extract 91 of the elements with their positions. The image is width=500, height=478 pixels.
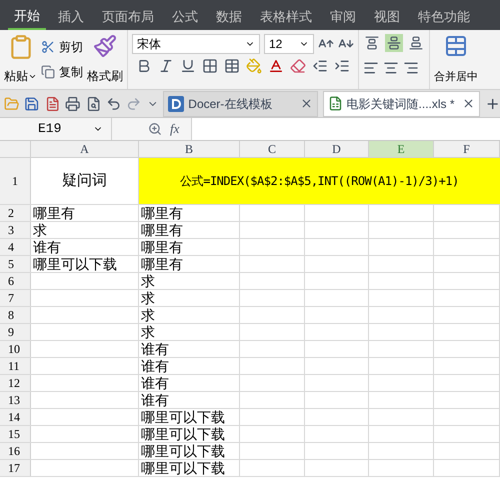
close-icon[interactable] xyxy=(462,97,475,110)
table-cell: 哪里有 xyxy=(33,206,75,220)
print-icon[interactable] xyxy=(65,96,81,112)
table-cell: 哪里可以下载 xyxy=(33,257,117,271)
formula-text: 公式=INDEX($A$2:$A$5,INT((ROW(A1)-1)/3)+1) xyxy=(139,158,500,204)
font-color-icon[interactable] xyxy=(268,58,284,74)
row-header[interactable]: 2 xyxy=(0,205,31,221)
menu-tab[interactable]: 审阅 xyxy=(324,4,362,30)
table-cell: 求 xyxy=(141,325,155,339)
table-cell: 求 xyxy=(141,308,155,322)
column-header[interactable]: B xyxy=(139,141,240,157)
indent-increase-icon[interactable] xyxy=(334,58,350,74)
row-header[interactable]: 14 xyxy=(0,409,31,425)
row-header[interactable]: 10 xyxy=(0,341,31,357)
row-header[interactable]: 7 xyxy=(0,290,31,306)
row-header[interactable]: 1 xyxy=(0,158,31,204)
font-name-field[interactable]: 宋体 xyxy=(132,34,260,54)
menu-tab[interactable]: 数据 xyxy=(210,4,248,30)
vertical-align-button[interactable] xyxy=(385,34,403,52)
function-button[interactable]: fx xyxy=(170,119,180,139)
copy-button[interactable]: 复制 xyxy=(41,63,83,81)
format-painter-button[interactable]: 格式刷 xyxy=(87,34,123,85)
document-tab[interactable]: 电影关键词随....xls * xyxy=(322,90,480,116)
table-cell: 哪里有 xyxy=(141,223,183,237)
document-tab-label: 电影关键词随....xls * xyxy=(346,96,456,112)
italic-icon[interactable] xyxy=(158,58,174,74)
vertical-align-button[interactable] xyxy=(407,34,425,52)
print-preview-icon[interactable] xyxy=(86,96,101,112)
table-cell: 求 xyxy=(141,291,155,305)
column-header[interactable]: F xyxy=(434,141,500,157)
eraser-icon[interactable] xyxy=(290,58,306,74)
align-center-icon[interactable] xyxy=(383,60,399,76)
row-header[interactable]: 3 xyxy=(0,222,31,238)
table-cell: 哪里可以下载 xyxy=(141,444,225,458)
row-header[interactable]: 4 xyxy=(0,239,31,255)
row-header[interactable]: 8 xyxy=(0,307,31,323)
table-cell: 谁有 xyxy=(141,342,169,356)
row-header[interactable]: 5 xyxy=(0,256,31,272)
table-cell: 谁有 xyxy=(141,376,169,390)
row-header[interactable]: 9 xyxy=(0,324,31,340)
fill-color-icon[interactable] xyxy=(246,58,262,74)
column-header[interactable]: A xyxy=(31,141,139,157)
row-header[interactable]: 16 xyxy=(0,443,31,459)
row-header[interactable]: 12 xyxy=(0,375,31,391)
zoom-icon[interactable] xyxy=(148,122,162,136)
merge-cells-icon xyxy=(444,34,468,58)
document-tab[interactable]: Docer-在线模板 xyxy=(163,90,318,116)
spreadsheet-icon xyxy=(328,96,343,111)
underline-icon[interactable] xyxy=(180,58,196,74)
font-size-field[interactable]: 12 xyxy=(264,34,314,54)
paste-button[interactable]: 粘贴 xyxy=(4,34,37,85)
document-tab-label: Docer-在线模板 xyxy=(188,96,274,112)
paintbrush-icon xyxy=(93,34,117,58)
menu-tab[interactable]: 插入 xyxy=(52,4,90,30)
menu-tab[interactable]: 公式 xyxy=(166,4,204,30)
merge-center-button[interactable]: 合并居中 xyxy=(430,30,482,89)
column-header[interactable]: C xyxy=(240,141,305,157)
table-cell: 求 xyxy=(33,223,47,237)
row-header[interactable]: 11 xyxy=(0,358,31,374)
row-header[interactable]: 13 xyxy=(0,392,31,408)
align-left-icon[interactable] xyxy=(363,60,379,76)
column-header[interactable]: E xyxy=(369,141,434,157)
close-icon[interactable] xyxy=(300,97,313,110)
formula-input[interactable] xyxy=(191,118,500,140)
menu-tab[interactable]: 页面布局 xyxy=(96,4,160,30)
table-cell: 哪里可以下载 xyxy=(141,410,225,424)
indent-decrease-icon[interactable] xyxy=(312,58,328,74)
table-cell: 哪里有 xyxy=(141,206,183,220)
table-cell: 哪里可以下载 xyxy=(141,461,225,475)
row-header[interactable]: 6 xyxy=(0,273,31,289)
row-header[interactable]: 15 xyxy=(0,426,31,442)
menu-tab[interactable]: 特色功能 xyxy=(412,4,476,30)
row-header[interactable]: 17 xyxy=(0,460,31,476)
name-box[interactable]: E19 xyxy=(0,118,112,140)
table-cell: 谁有 xyxy=(141,393,169,407)
borders-icon[interactable] xyxy=(202,58,218,74)
scissors-icon xyxy=(41,40,55,54)
table-cell: 哪里有 xyxy=(141,240,183,254)
table-cell: 谁有 xyxy=(141,359,169,373)
table-cell: 求 xyxy=(141,274,155,288)
copy-icon xyxy=(41,65,55,79)
table-cell: 哪里可以下载 xyxy=(141,427,225,441)
table-cell: 谁有 xyxy=(33,240,61,254)
align-right-icon[interactable] xyxy=(403,60,419,76)
undo-icon[interactable] xyxy=(106,96,122,112)
table-cell: 哪里有 xyxy=(141,257,183,271)
menu-tab[interactable]: 表格样式 xyxy=(254,4,318,30)
save-icon[interactable] xyxy=(24,96,40,112)
vertical-align-button[interactable] xyxy=(363,34,381,52)
cut-button[interactable]: 剪切 xyxy=(41,38,83,56)
menu-tab[interactable]: 视图 xyxy=(368,4,406,30)
